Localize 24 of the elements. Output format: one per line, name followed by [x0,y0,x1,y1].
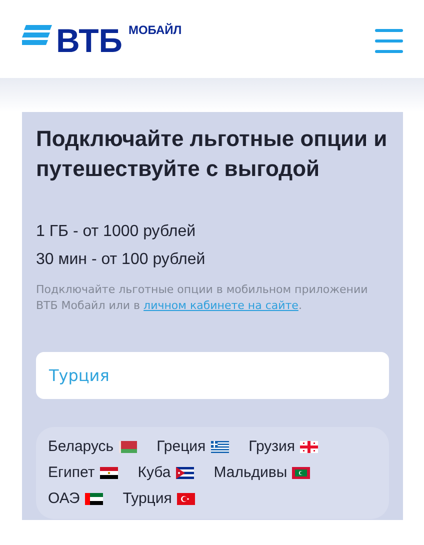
country-name[interactable]: Египет [48,461,95,485]
country-name[interactable]: Греция [156,435,206,459]
menu-icon[interactable] [375,29,403,53]
country-name[interactable]: Мальдивы [214,461,288,485]
offer-text: 30 мин - от 100 рублей [36,250,206,270]
flag-icon [292,467,310,479]
country-name[interactable]: Грузия [248,435,296,459]
offer-text: 1 ГБ - от 1000 рублей [36,222,197,242]
flag-icon [210,441,229,453]
flag-icon [100,467,118,479]
logo-text: ВТБ [56,26,122,56]
country-name[interactable]: Турция [122,487,172,511]
note-text: Подключайте льготные опции в мобильном приложении ВТБ Мобайл или в личном кабинете на сайте. [36,282,369,314]
logo-stripes-icon [22,24,52,44]
country-name[interactable]: Беларусь [48,435,114,459]
flag-icon [300,441,318,453]
flag-icon [118,441,137,453]
flag-icon [176,493,195,505]
logo-suffix: МОБАЙЛ [128,22,182,36]
country-name[interactable]: Куба [138,461,171,485]
country-name[interactable]: ОАЭ [48,487,80,511]
flag-icon [84,493,103,505]
flag-icon [176,467,194,479]
promo-title: Подключайте льготные опции и путешествуйте с выгодой [36,125,388,183]
